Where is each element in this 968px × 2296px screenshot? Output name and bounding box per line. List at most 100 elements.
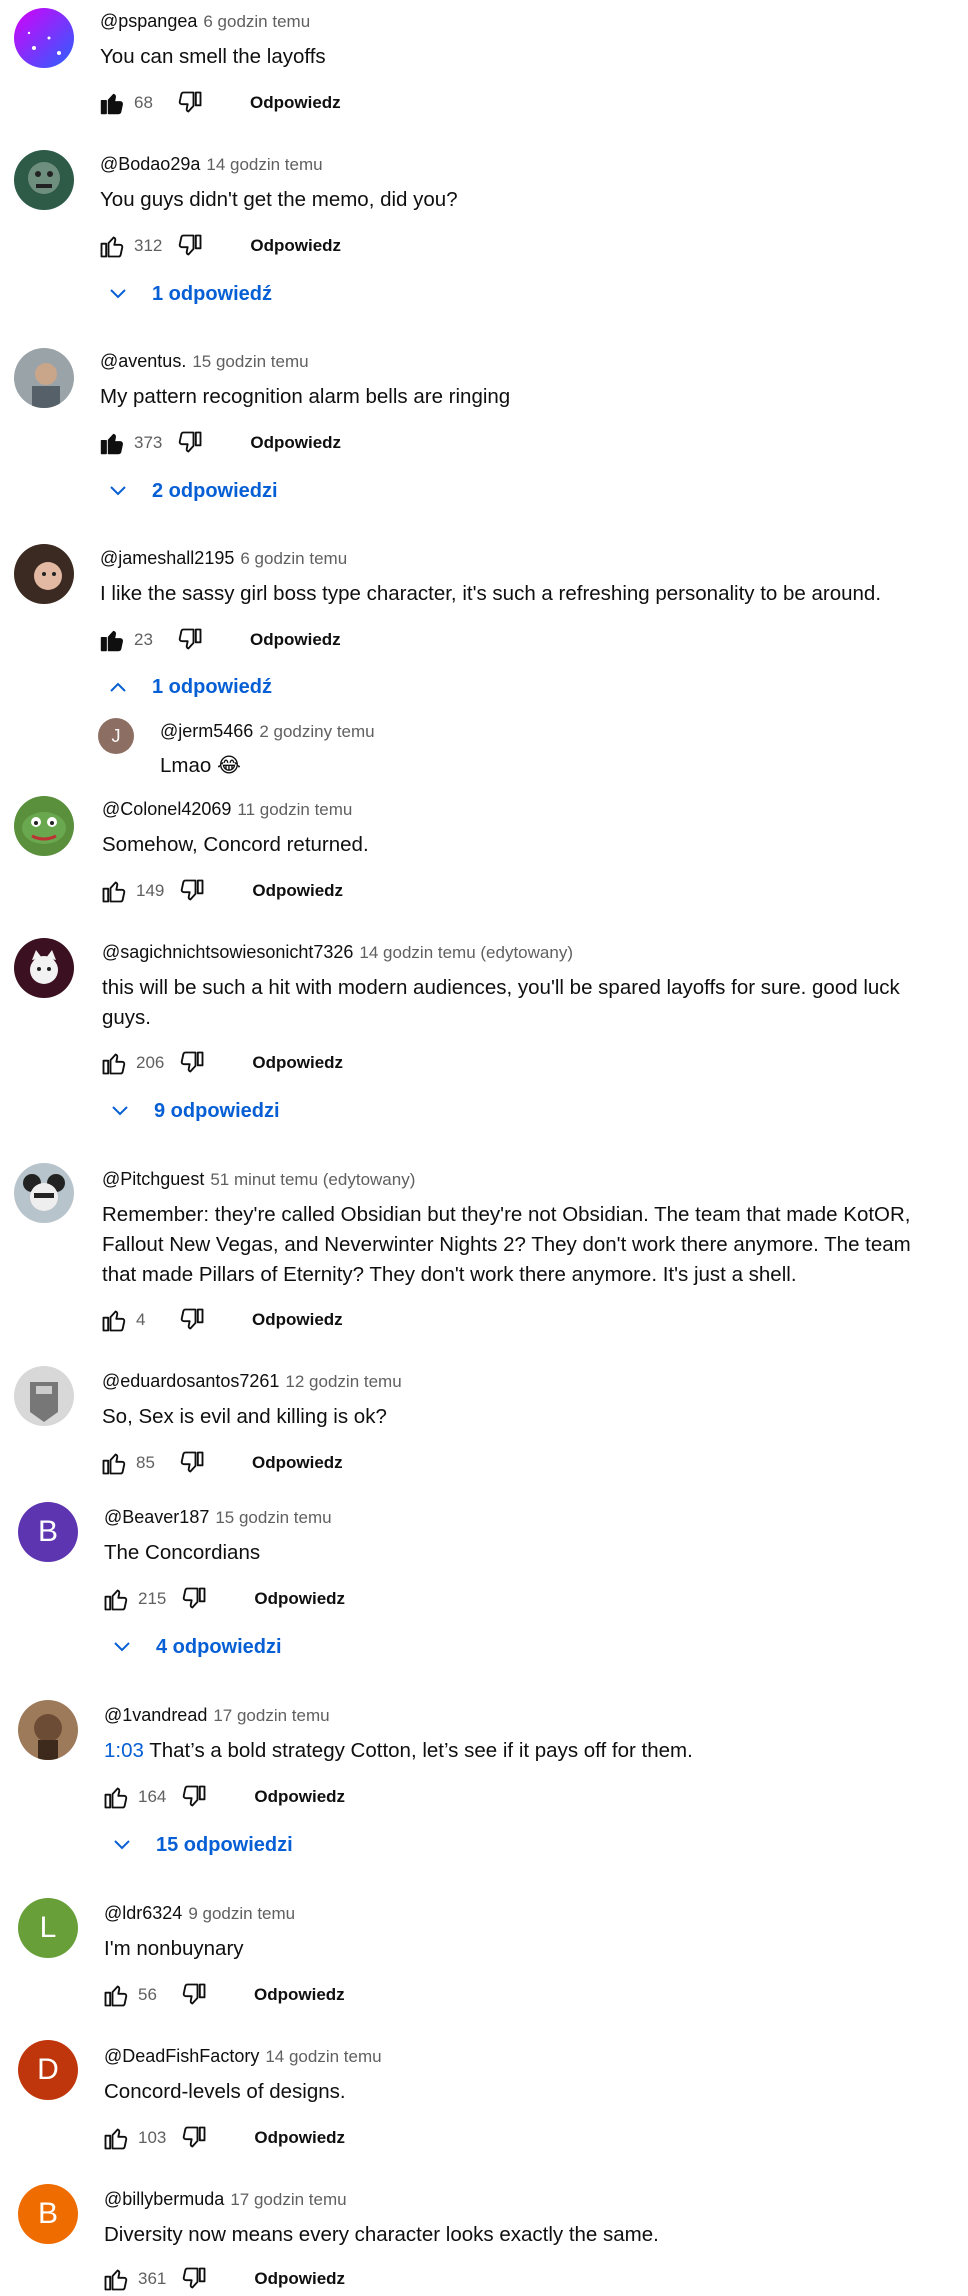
reply-button[interactable]: Odpowiedz bbox=[252, 1053, 343, 1073]
dislike-icon[interactable] bbox=[178, 1049, 206, 1077]
like-icon[interactable] bbox=[102, 2124, 130, 2152]
reply-button[interactable]: Odpowiedz bbox=[250, 433, 341, 453]
avatar[interactable] bbox=[14, 544, 74, 604]
reply-button[interactable]: Odpowiedz bbox=[252, 881, 343, 901]
avatar-initial: L bbox=[39, 1911, 57, 1944]
comment-time[interactable]: 15 godzin temu bbox=[192, 352, 308, 371]
comment-author[interactable]: @Pitchguest bbox=[102, 1169, 204, 1189]
avatar[interactable] bbox=[14, 348, 74, 408]
like-filled-icon[interactable] bbox=[98, 89, 126, 117]
comment-actions: 361 Odpowiedz bbox=[102, 2262, 345, 2296]
like-icon[interactable] bbox=[100, 1306, 128, 1334]
dislike-icon[interactable] bbox=[180, 1585, 208, 1613]
dislike-icon[interactable] bbox=[180, 1981, 208, 2009]
dislike-icon[interactable] bbox=[178, 1306, 206, 1334]
reply-button[interactable]: Odpowiedz bbox=[254, 1589, 345, 1609]
like-icon[interactable] bbox=[100, 1449, 128, 1477]
avatar[interactable] bbox=[14, 938, 74, 998]
comment-text-body: That’s a bold strategy Cotton, let’s see… bbox=[149, 1739, 693, 1762]
dislike-icon[interactable] bbox=[180, 1783, 208, 1811]
like-icon[interactable] bbox=[100, 1049, 128, 1077]
like-filled-icon[interactable] bbox=[98, 429, 126, 457]
comment-author[interactable]: @aventus. bbox=[100, 351, 186, 371]
comment-actions: 373 Odpowiedz bbox=[98, 426, 341, 460]
like-count: 215 bbox=[138, 1589, 167, 1608]
reply-button[interactable]: Odpowiedz bbox=[252, 1453, 343, 1473]
like-icon[interactable] bbox=[102, 1585, 130, 1613]
reply-button[interactable]: Odpowiedz bbox=[254, 2128, 345, 2148]
reply-button[interactable]: Odpowiedz bbox=[254, 1985, 345, 2005]
reply-author[interactable]: @jerm5466 bbox=[160, 721, 253, 741]
reply-button[interactable]: Odpowiedz bbox=[254, 1787, 345, 1807]
avatar[interactable]: B bbox=[18, 2184, 78, 2244]
show-replies-button[interactable]: 1 odpowiedź bbox=[106, 282, 272, 306]
comment-author[interactable]: @ldr6324 bbox=[104, 1903, 182, 1923]
comment-author[interactable]: @Beaver187 bbox=[104, 1507, 209, 1527]
like-icon[interactable] bbox=[98, 232, 126, 260]
dislike-icon[interactable] bbox=[176, 232, 204, 260]
replies-count-label: 2 odpowiedzi bbox=[152, 479, 278, 502]
avatar[interactable] bbox=[14, 150, 74, 210]
avatar[interactable] bbox=[18, 1700, 78, 1760]
dislike-icon[interactable] bbox=[176, 89, 204, 117]
comment-actions: 149 Odpowiedz bbox=[100, 874, 343, 908]
reply-button[interactable]: Odpowiedz bbox=[252, 1310, 343, 1330]
comment-time[interactable]: 14 godzin temu (edytowany) bbox=[359, 943, 573, 962]
comment-time[interactable]: 51 minut temu (edytowany) bbox=[210, 1170, 415, 1189]
comment-author[interactable]: @1vandread bbox=[104, 1705, 207, 1725]
dislike-icon[interactable] bbox=[176, 626, 204, 654]
reply-button[interactable]: Odpowiedz bbox=[250, 630, 341, 650]
reply-button[interactable]: Odpowiedz bbox=[250, 236, 341, 256]
comment-author[interactable]: @DeadFishFactory bbox=[104, 2046, 259, 2066]
comment-time[interactable]: 14 godzin temu bbox=[265, 2047, 381, 2066]
comment-time[interactable]: 12 godzin temu bbox=[285, 1372, 401, 1391]
comment-header: @billybermuda 17 godzin temu bbox=[104, 2188, 347, 2211]
like-count: 312 bbox=[134, 236, 163, 255]
comment-time[interactable]: 17 godzin temu bbox=[213, 1706, 329, 1725]
comment-time[interactable]: 17 godzin temu bbox=[230, 2190, 346, 2209]
like-icon[interactable] bbox=[102, 1783, 130, 1811]
like-filled-icon[interactable] bbox=[98, 626, 126, 654]
avatar-initial: B bbox=[37, 2197, 58, 2230]
comment-time[interactable]: 14 godzin temu bbox=[206, 155, 322, 174]
comment-author[interactable]: @billybermuda bbox=[104, 2189, 224, 2209]
avatar[interactable] bbox=[14, 796, 74, 856]
like-icon[interactable] bbox=[102, 1981, 130, 2009]
comment-author[interactable]: @jameshall2195 bbox=[100, 548, 234, 568]
avatar[interactable]: L bbox=[18, 1898, 78, 1958]
avatar[interactable] bbox=[14, 8, 74, 68]
avatar[interactable] bbox=[14, 1163, 74, 1223]
comment-time[interactable]: 11 godzin temu bbox=[237, 800, 352, 819]
like-icon[interactable] bbox=[102, 2265, 130, 2293]
avatar[interactable]: B bbox=[18, 1502, 78, 1562]
show-replies-button[interactable]: 2 odpowiedzi bbox=[106, 479, 278, 503]
show-replies-button[interactable]: 4 odpowiedzi bbox=[110, 1635, 282, 1659]
reply-avatar[interactable]: J bbox=[98, 718, 134, 754]
comment-time[interactable]: 15 godzin temu bbox=[215, 1508, 331, 1527]
comment-author[interactable]: @Colonel42069 bbox=[102, 799, 231, 819]
reply-button[interactable]: Odpowiedz bbox=[250, 93, 341, 113]
replies-count-label: 1 odpowiedź bbox=[152, 282, 272, 305]
comment-author[interactable]: @eduardosantos7261 bbox=[102, 1371, 279, 1391]
comment-author[interactable]: @sagichnichtsowiesonicht7326 bbox=[102, 942, 353, 962]
like-icon[interactable] bbox=[100, 877, 128, 905]
dislike-icon[interactable] bbox=[178, 1449, 206, 1477]
dislike-icon[interactable] bbox=[180, 2265, 208, 2293]
avatar[interactable] bbox=[14, 1366, 74, 1426]
dislike-icon[interactable] bbox=[178, 877, 206, 905]
hide-replies-button[interactable]: 1 odpowiedź bbox=[106, 675, 272, 699]
show-replies-button[interactable]: 9 odpowiedzi bbox=[108, 1099, 280, 1123]
video-timestamp-link[interactable]: 1:03 bbox=[104, 1739, 144, 1762]
avatar[interactable]: D bbox=[18, 2040, 78, 2100]
dislike-icon[interactable] bbox=[176, 429, 204, 457]
comment-header: @Colonel42069 11 godzin temu bbox=[102, 798, 352, 821]
reply-button[interactable]: Odpowiedz bbox=[254, 2269, 345, 2289]
comment-time[interactable]: 6 godzin temu bbox=[203, 12, 310, 31]
comment-author[interactable]: @pspangea bbox=[100, 11, 197, 31]
dislike-icon[interactable] bbox=[180, 2124, 208, 2152]
comment-author[interactable]: @Bodao29a bbox=[100, 154, 200, 174]
reply-time[interactable]: 2 godziny temu bbox=[259, 722, 374, 741]
comment-time[interactable]: 6 godzin temu bbox=[240, 549, 347, 568]
show-replies-button[interactable]: 15 odpowiedzi bbox=[110, 1833, 293, 1857]
comment-time[interactable]: 9 godzin temu bbox=[188, 1904, 295, 1923]
